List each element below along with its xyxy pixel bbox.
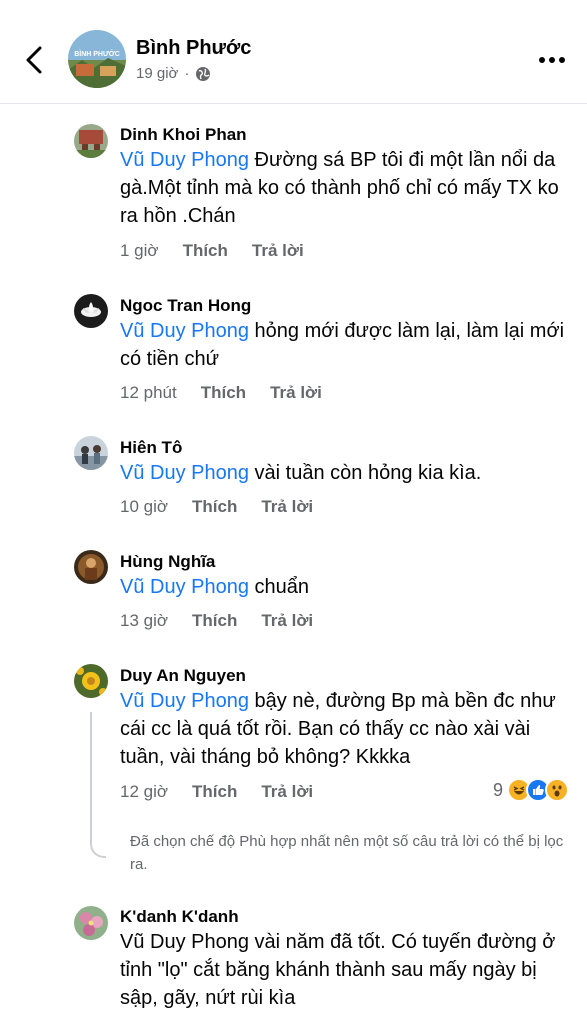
comment-actions: 13 giờ Thích Trả lời — [120, 611, 313, 631]
back-button[interactable] — [14, 40, 54, 80]
like-button[interactable]: Thích — [192, 497, 237, 517]
reaction-summary[interactable]: 9 — [493, 778, 569, 802]
comment-actions: 10 giờ Thích Trả lời — [120, 497, 313, 517]
mention-link[interactable]: Vũ Duy Phong — [120, 690, 249, 712]
comment-text: Vũ Duy Phong vài năm đã tốt. Có tuyến đư… — [120, 931, 556, 1009]
comment-text: Vũ Duy Phong chuẩn — [120, 573, 570, 601]
comment-actions: 12 giờ Thích Trả lời — [120, 782, 313, 802]
comment-time: 12 giờ — [120, 782, 169, 801]
chevron-left-icon — [26, 46, 42, 74]
mention-link[interactable]: Vũ Duy Phong — [120, 576, 249, 598]
comment-time: 10 giờ — [120, 497, 169, 516]
comment-text: Vũ Duy Phong bậy nè, đường Bp mà bền đc … — [120, 687, 570, 771]
comment-author[interactable]: Duy An Nguyen — [120, 666, 246, 686]
comment-time: 1 giờ — [120, 241, 159, 260]
mention-link[interactable]: Vũ Duy Phong — [120, 320, 249, 342]
avatar[interactable] — [74, 294, 108, 328]
like-button[interactable]: Thích — [183, 241, 228, 261]
reply-button[interactable]: Trả lời — [252, 241, 304, 261]
group-avatar-text: BÌNH PHƯỚC — [74, 49, 120, 58]
comment-text: Vũ Duy Phong hỏng mới được làm lại, làm … — [120, 317, 570, 373]
group-name[interactable]: Bình Phước — [136, 37, 251, 60]
avatar[interactable] — [74, 436, 108, 470]
filter-notice: Đã chọn chế độ Phù hợp nhất nên một số c… — [130, 833, 564, 873]
reply-button[interactable]: Trả lời — [261, 782, 313, 802]
post-meta: 19 giờ · — [136, 65, 211, 82]
dot-icon — [539, 57, 545, 63]
comment-text: Vũ Duy Phong Đường sá BP tôi đi một lần … — [120, 146, 570, 230]
avatar[interactable] — [74, 124, 108, 158]
comment-actions: 1 giờ Thích Trả lời — [120, 241, 304, 261]
comment-actions: 12 phút Thích Trả lời — [120, 383, 322, 403]
comment-author[interactable]: K'danh K'danh — [120, 907, 239, 927]
reaction-count: 9 — [492, 779, 503, 800]
post-header: BÌNH PHƯỚC Bình Phước 19 giờ · — [0, 0, 587, 104]
dot-icon — [559, 57, 565, 63]
globe-icon — [196, 66, 211, 81]
reply-button[interactable]: Trả lời — [261, 497, 313, 517]
comment-author[interactable]: Dinh Khoi Phan — [120, 125, 247, 145]
meta-separator: · — [184, 65, 190, 82]
thread-connector — [90, 712, 106, 858]
reply-button[interactable]: Trả lời — [270, 383, 322, 403]
like-button[interactable]: Thích — [192, 611, 237, 631]
dot-icon — [549, 57, 555, 63]
group-avatar[interactable]: BÌNH PHƯỚC — [68, 30, 126, 88]
like-button[interactable]: Thích — [192, 782, 237, 802]
comment-author[interactable]: Ngoc Tran Hong — [120, 296, 251, 316]
avatar[interactable] — [74, 550, 108, 584]
mention-link[interactable]: Vũ Duy Phong — [120, 462, 249, 484]
comment-time: 13 giờ — [120, 611, 169, 630]
comment-body: vài tuần còn hỏng kia kìa. — [248, 462, 482, 484]
comment-body: chuẩn — [248, 576, 310, 598]
avatar[interactable] — [74, 664, 108, 698]
post-time: 19 giờ — [136, 65, 179, 82]
more-options-button[interactable] — [535, 46, 569, 74]
like-button[interactable]: Thích — [201, 383, 246, 403]
comment-author[interactable]: Hiên Tô — [120, 438, 182, 458]
comment-time: 12 phút — [120, 383, 177, 402]
comment-text: Vũ Duy Phong vài tuần còn hỏng kia kìa. — [120, 459, 570, 487]
wow-reaction-icon — [545, 778, 569, 802]
comment-author[interactable]: Hùng Nghĩa — [120, 552, 215, 572]
reply-button[interactable]: Trả lời — [261, 611, 313, 631]
avatar[interactable] — [74, 906, 108, 940]
mention-link[interactable]: Vũ Duy Phong — [120, 149, 249, 171]
